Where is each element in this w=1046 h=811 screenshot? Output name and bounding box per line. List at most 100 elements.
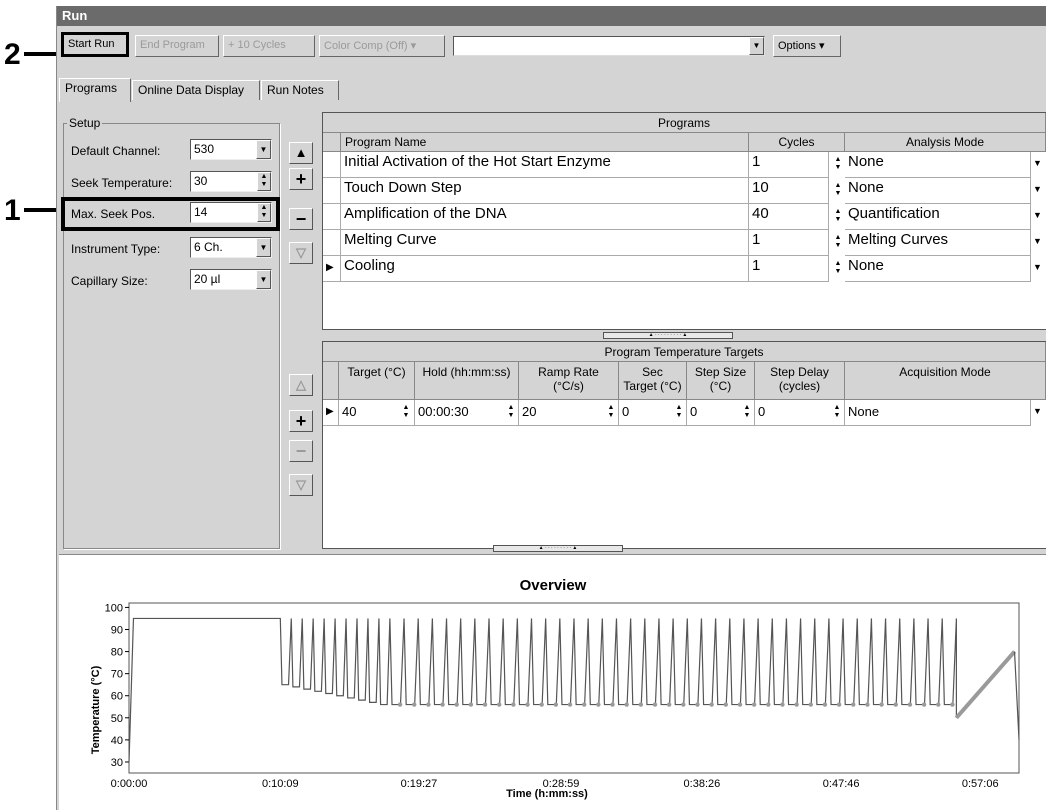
max-seek-pos-field[interactable]: 14 ▲ ▼ — [190, 202, 272, 223]
tab-run-notes[interactable]: Run Notes — [261, 80, 339, 100]
acquisition-point — [822, 702, 828, 707]
y-tick-label: 60 — [111, 691, 123, 703]
move-up-target-icon[interactable]: △ — [289, 374, 313, 396]
programs-title: Programs — [323, 113, 1046, 133]
acquisition-point — [766, 702, 771, 707]
chevron-down-icon: ▾ — [410, 40, 417, 52]
table-row[interactable]: ▶ 40 ▲ ▼ 00:00:30 ▲ ▼ 20 ▲ ▼ 0 ▲ ▼ 0 ▲ ▼ 0 ▲ ▼… — [323, 400, 1046, 426]
cycles-cell[interactable]: 1 — [749, 256, 829, 282]
dropdown-arrow-icon[interactable]: ▼ — [749, 37, 764, 55]
analysis-mode-cell[interactable]: Quantification — [845, 204, 1031, 230]
x-ticks: 0:00:00 0:10:09 0:19:27 0:28:59 0:38:26 0:47:… — [111, 778, 999, 790]
seek-temperature-label: Seek Temperature: — [71, 176, 173, 190]
analysis-mode-cell[interactable]: None — [845, 178, 1031, 204]
table-row[interactable]: Amplification of the DNA 40 ▲ ▼ Quantific… — [323, 204, 1046, 230]
overview-chart: Temperature (°C) Time (h:mm:ss) 10090807… — [90, 602, 1020, 800]
callout-2: 2 — [4, 38, 21, 71]
spinner-arrows-icon[interactable]: ▲ ▼ — [830, 404, 844, 422]
move-down-target-icon[interactable]: ▽ — [289, 474, 313, 496]
start-run-button[interactable]: Start Run — [61, 32, 129, 57]
remove-target-icon[interactable]: − — [289, 440, 313, 462]
header-cycles: Cycles — [749, 133, 845, 152]
table-row[interactable]: Touch Down Step 10 ▲ ▼ None ▼ — [323, 178, 1046, 204]
spinner-arrows-icon[interactable]: ▲ ▼ — [831, 182, 845, 200]
program-select[interactable]: ▼ — [453, 36, 765, 56]
move-up-icon[interactable]: ▲ — [289, 142, 313, 164]
y-tick-label: 100 — [105, 602, 123, 614]
cycles-cell[interactable]: 40 — [749, 204, 829, 230]
spinner-arrows-icon[interactable]: ▲ ▼ — [399, 404, 413, 422]
options-button[interactable]: Options ▾ — [773, 35, 841, 57]
tab-online-data-display[interactable]: Online Data Display — [132, 80, 260, 100]
spinner-arrows-icon[interactable]: ▲ ▼ — [740, 404, 754, 422]
dropdown-arrow-icon[interactable]: ▼ — [256, 270, 271, 289]
analysis-mode-cell[interactable]: None — [845, 256, 1031, 282]
spinner-arrows-icon[interactable]: ▲ ▼ — [831, 260, 845, 278]
spinner-arrows-icon[interactable]: ▲ ▼ — [604, 404, 618, 422]
header-step-delay: Step Delay (cycles) — [755, 362, 845, 400]
dropdown-arrow-icon[interactable]: ▼ — [1033, 262, 1042, 272]
cycles-cell[interactable]: 1 — [749, 152, 829, 178]
spinner-arrows-icon[interactable]: ▲ ▼ — [672, 404, 686, 422]
targets-grid: Program Temperature Targets Target (°C) … — [322, 341, 1046, 549]
acquisition-point — [794, 702, 799, 707]
dropdown-arrow-icon[interactable]: ▼ — [256, 140, 271, 159]
dropdown-arrow-icon[interactable]: ▼ — [256, 238, 271, 257]
add-target-icon[interactable]: + — [289, 410, 313, 432]
max-seek-pos-value: 14 — [194, 205, 208, 219]
instrument-type-field[interactable]: 6 Ch. ▼ — [190, 237, 272, 258]
tab-programs[interactable]: Programs — [59, 78, 131, 102]
seek-temperature-value: 30 — [194, 174, 208, 188]
spinner-arrows-icon[interactable]: ▲ ▼ — [831, 156, 845, 174]
capillary-size-field[interactable]: 20 µl ▼ — [190, 269, 272, 290]
program-name-cell[interactable]: Touch Down Step — [341, 178, 749, 204]
max-seek-pos-label: Max. Seek Pos. — [71, 207, 156, 221]
acquisition-mode-cell[interactable]: None — [845, 400, 1031, 426]
plus-10-cycles-button[interactable]: + 10 Cycles — [223, 35, 315, 57]
program-name-cell[interactable]: Melting Curve — [341, 230, 749, 256]
dropdown-arrow-icon[interactable]: ▼ — [1033, 210, 1042, 220]
dropdown-arrow-icon[interactable]: ▼ — [1033, 184, 1042, 194]
analysis-mode-cell[interactable]: None — [845, 152, 1031, 178]
analysis-mode-cell[interactable]: Melting Curves — [845, 230, 1031, 256]
remove-program-icon[interactable]: − — [289, 208, 313, 230]
acquisition-point — [426, 702, 431, 707]
color-comp-label: Color Comp (Off) — [324, 40, 408, 52]
program-name-cell[interactable]: Cooling — [341, 256, 749, 282]
acquisition-point — [950, 702, 955, 707]
color-comp-button[interactable]: Color Comp (Off) ▾ — [319, 35, 445, 57]
default-channel-field[interactable]: 530 ▼ — [190, 139, 272, 160]
spinner-arrows-icon[interactable]: ▲ ▼ — [257, 203, 271, 222]
acquisition-point — [539, 702, 544, 707]
acquisition-point — [865, 702, 870, 707]
acquisition-point — [879, 702, 884, 707]
dropdown-arrow-icon[interactable]: ▼ — [1033, 406, 1042, 416]
acquisition-point — [454, 702, 459, 707]
y-tick-label: 40 — [111, 735, 123, 747]
table-row[interactable]: Initial Activation of the Hot Start Enzy… — [323, 152, 1046, 178]
spinner-arrows-icon[interactable]: ▲ ▼ — [831, 234, 845, 252]
cycles-cell[interactable]: 1 — [749, 230, 829, 256]
callout-2-line — [24, 52, 60, 56]
table-row[interactable]: Melting Curve 1 ▲ ▼ Melting Curves ▼ — [323, 230, 1046, 256]
table-row[interactable]: ▶ Cooling 1 ▲ ▼ None ▼ — [323, 256, 1046, 282]
spinner-arrows-icon[interactable]: ▲ ▼ — [831, 208, 845, 226]
splitter-overview[interactable]: ▲ · · · · · · · · · ▲ — [493, 545, 623, 552]
x-tick-label: 0:57:06 — [962, 778, 999, 790]
y-ticks: 100 90 80 70 60 50 40 30 — [105, 602, 129, 769]
program-name-cell[interactable]: Initial Activation of the Hot Start Enzy… — [341, 152, 749, 178]
x-tick-label: 0:38:26 — [684, 778, 721, 790]
splitter-programs[interactable]: ▲ · · · · · · · · · ▲ — [603, 332, 733, 339]
spinner-arrows-icon[interactable]: ▲ ▼ — [257, 172, 271, 191]
seek-temperature-field[interactable]: 30 ▲ ▼ — [190, 171, 272, 192]
program-name-cell[interactable]: Amplification of the DNA — [341, 204, 749, 230]
acquisition-point — [851, 702, 856, 707]
dropdown-arrow-icon[interactable]: ▼ — [1033, 158, 1042, 168]
dropdown-arrow-icon[interactable]: ▼ — [1033, 236, 1042, 246]
end-program-button[interactable]: End Program — [135, 35, 219, 57]
move-down-icon[interactable]: ▽ — [289, 242, 313, 264]
row-marker: ▶ — [323, 400, 339, 426]
spinner-arrows-icon[interactable]: ▲ ▼ — [504, 404, 518, 422]
cycles-cell[interactable]: 10 — [749, 178, 829, 204]
add-program-icon[interactable]: + — [289, 168, 313, 190]
